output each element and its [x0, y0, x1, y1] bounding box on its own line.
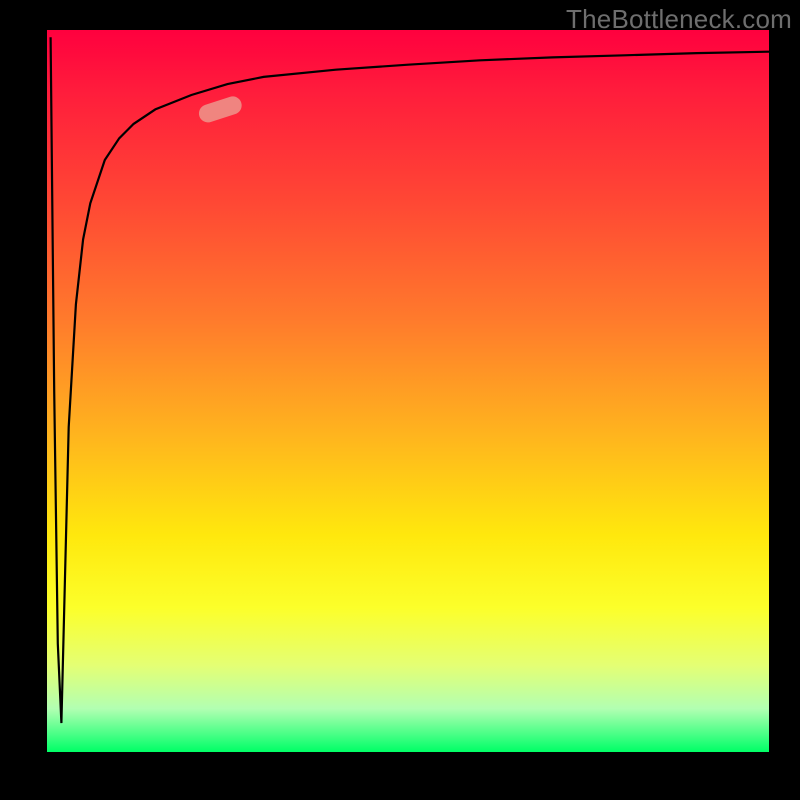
watermark-text: TheBottleneck.com — [566, 4, 792, 35]
chart-frame: TheBottleneck.com — [0, 0, 800, 800]
plot-area — [47, 30, 769, 752]
